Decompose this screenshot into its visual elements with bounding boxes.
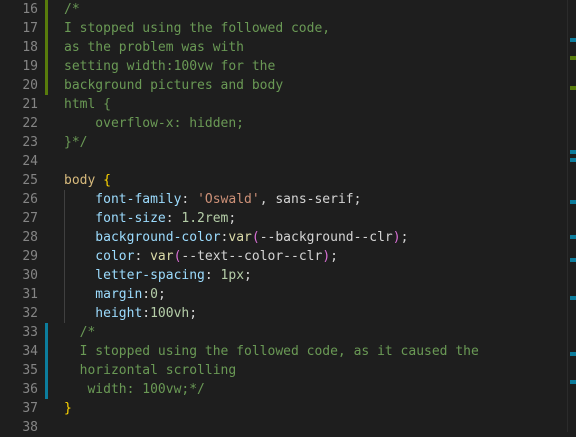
code-text: as the problem was with [64, 40, 245, 55]
line-number: 21 [22, 97, 38, 112]
line-number: 19 [22, 59, 38, 74]
code-text: setting width:100vw for the [64, 59, 276, 74]
code-line[interactable]: 28 background-color:var(--background--cl… [0, 228, 568, 247]
line-number: 37 [22, 401, 38, 416]
modified-gutter-mark[interactable] [45, 38, 48, 57]
line-number: 32 [22, 306, 38, 321]
code-text: I stopped using the followed code, as it… [64, 344, 479, 359]
code-line[interactable]: 36 width: 100vw;*/ [0, 380, 568, 399]
added-gutter-mark[interactable] [45, 323, 48, 342]
line-number: 22 [22, 116, 38, 131]
code-line[interactable]: 19 setting width:100vw for the [0, 57, 568, 76]
code-text: color: var(--text--color--clr); [64, 249, 338, 264]
ruler-mark [570, 258, 576, 262]
line-number: 38 [22, 420, 38, 435]
ruler-mark [570, 158, 576, 162]
code-text: body { [64, 173, 111, 188]
modified-gutter-mark[interactable] [45, 19, 48, 38]
code-line[interactable]: 29 color: var(--text--color--clr); [0, 247, 568, 266]
code-line[interactable]: 20 background pictures and body [0, 76, 568, 95]
modified-gutter-mark[interactable] [45, 76, 48, 95]
code-line[interactable]: 25 body { [0, 171, 568, 190]
line-number: 34 [22, 344, 38, 359]
line-number: 33 [22, 325, 38, 340]
line-number: 26 [22, 192, 38, 207]
code-text: height:100vh; [64, 306, 198, 321]
ruler-mark [570, 352, 576, 356]
code-line[interactable]: 18 as the problem was with [0, 38, 568, 57]
code-line[interactable]: 22 overflow-x: hidden; [0, 114, 568, 133]
code-line[interactable]: 31 margin:0; [0, 285, 568, 304]
code-text: /* [64, 325, 96, 340]
code-text: background pictures and body [64, 78, 284, 93]
line-number: 30 [22, 268, 38, 283]
line-number: 23 [22, 135, 38, 150]
line-number: 28 [22, 230, 38, 245]
code-text: font-size: 1.2rem; [64, 211, 237, 226]
code-text: horizontal scrolling [64, 363, 237, 378]
code-line[interactable]: 37} [0, 399, 568, 418]
line-number: 29 [22, 249, 38, 264]
code-lines: 16 /* 17 I stopped using the followed code,… [0, 0, 568, 437]
line-number: 27 [22, 211, 38, 226]
modified-gutter-mark[interactable] [45, 57, 48, 76]
line-number: 24 [22, 154, 38, 169]
line-number: 25 [22, 173, 38, 188]
ruler-mark [570, 235, 576, 239]
ruler-mark [570, 150, 576, 154]
ruler-mark [570, 38, 576, 42]
line-number: 20 [22, 78, 38, 93]
code-text: /* [64, 2, 80, 17]
code-text: background-color:var(--background--clr); [64, 230, 409, 245]
modified-gutter-mark[interactable] [45, 0, 48, 19]
code-text: overflow-x: hidden; [64, 116, 245, 131]
overview-ruler-scrollbar[interactable] [567, 0, 576, 432]
code-line[interactable]: 27 font-size: 1.2rem; [0, 209, 568, 228]
ruler-mark [570, 86, 576, 90]
code-line[interactable]: 35 horizontal scrolling [0, 361, 568, 380]
code-line[interactable]: 34 I stopped using the followed code, as… [0, 342, 568, 361]
code-text: html { [64, 97, 111, 112]
code-text: }*/ [64, 135, 88, 150]
added-gutter-mark[interactable] [45, 361, 48, 380]
code-line[interactable]: 24 [0, 152, 568, 171]
code-line[interactable]: 21 html { [0, 95, 568, 114]
code-line[interactable]: 32 height:100vh; [0, 304, 568, 323]
code-text: letter-spacing: 1px; [64, 268, 252, 283]
added-gutter-mark[interactable] [45, 380, 48, 399]
code-text: font-family: 'Oswald', sans-serif; [64, 192, 362, 207]
code-text: margin:0; [64, 287, 166, 302]
code-line[interactable]: 26 font-family: 'Oswald', sans-serif; [0, 190, 568, 209]
line-number: 17 [22, 21, 38, 36]
line-number: 36 [22, 382, 38, 397]
code-editor[interactable]: 16 /* 17 I stopped using the followed code,… [0, 0, 576, 435]
line-number: 31 [22, 287, 38, 302]
code-text: } [64, 401, 72, 416]
code-line[interactable]: 30 letter-spacing: 1px; [0, 266, 568, 285]
code-line[interactable]: 23 }*/ [0, 133, 568, 152]
line-number: 16 [22, 2, 38, 17]
code-line[interactable]: 38 [0, 418, 568, 437]
added-gutter-mark[interactable] [45, 342, 48, 361]
ruler-mark [570, 380, 576, 384]
code-text: width: 100vw;*/ [64, 382, 205, 397]
code-line[interactable]: 33 /* [0, 323, 568, 342]
line-number: 35 [22, 363, 38, 378]
ruler-mark [570, 56, 576, 60]
ruler-mark [570, 200, 576, 204]
code-line[interactable]: 16 /* [0, 0, 568, 19]
code-line[interactable]: 17 I stopped using the followed code, [0, 19, 568, 38]
ruler-mark [570, 296, 576, 300]
line-number: 18 [22, 40, 38, 55]
code-text: I stopped using the followed code, [64, 21, 331, 36]
